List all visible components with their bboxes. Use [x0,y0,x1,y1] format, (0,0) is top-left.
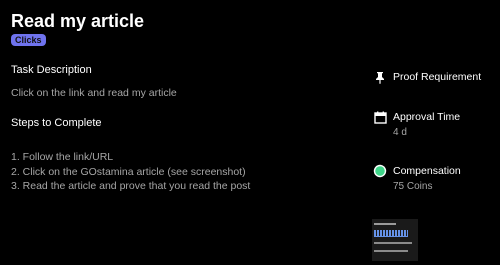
category-badge: Clicks [11,34,46,46]
approval-time-row: Approval Time [373,110,460,124]
compensation-row: Compensation [373,164,461,178]
task-title: Read my article [11,11,145,31]
step-item: 1. Follow the link/URL [11,151,114,163]
compensation-label: Compensation [393,165,461,177]
proof-requirement-label: Proof Requirement [393,71,482,83]
step-item: 2. Click on the GOstamina article (see s… [11,165,246,178]
approval-time-value: 4 d [393,127,407,138]
pin-icon [373,70,387,84]
task-detail-page: Read my article Clicks Task Description … [0,0,500,265]
proof-requirement-row: Proof Requirement [373,70,481,84]
compensation-value: 75 Coins [393,181,433,192]
approval-time-label: Approval Time [393,111,461,123]
task-description-heading: Task Description [11,64,92,76]
step-item: 3. Read the article and prove that you r… [11,180,251,192]
proof-screenshot-thumbnail[interactable] [372,219,418,261]
task-description-text: Click on the link and read my article [11,87,177,99]
steps-list: 1. Follow the link/URL 2. Click on the G… [11,150,250,194]
calendar-icon [373,110,387,124]
steps-heading: Steps to Complete [11,117,102,129]
coin-icon [373,164,387,178]
